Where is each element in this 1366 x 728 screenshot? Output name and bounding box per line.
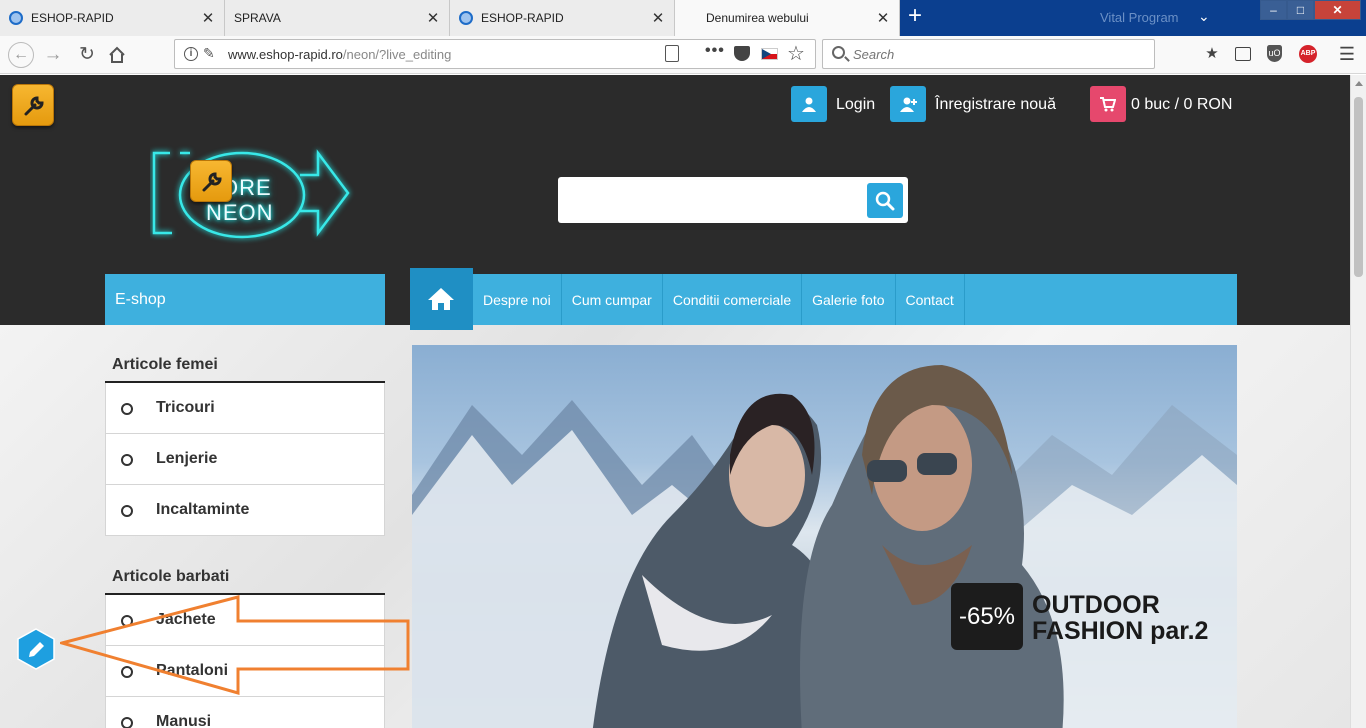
web-page: Login Înregistrare nouă 0 buc / 0 RON OR…: [0, 75, 1350, 728]
search-icon: [875, 191, 895, 211]
info-icon[interactable]: i: [184, 47, 198, 61]
cart-icon-button[interactable]: [1090, 86, 1126, 122]
tab-strip: ESHOP-RAPID ✕ SPRAVA ✕ ESHOP-RAPID ✕ Den…: [0, 0, 1366, 36]
tab-eshop-rapid-2[interactable]: ESHOP-RAPID ✕: [450, 0, 675, 36]
menu-contact[interactable]: Contact: [896, 274, 965, 325]
banner-photo-illustration: [412, 365, 1237, 728]
site-favicon-icon: [459, 11, 473, 25]
search-icon: [832, 46, 845, 59]
bookmarks-icon[interactable]: ★: [1203, 45, 1221, 63]
orange-annotation-arrow: [60, 595, 410, 695]
menu-conditii-comerciale[interactable]: Conditii comerciale: [663, 274, 803, 325]
category-label: Incaltaminte: [156, 501, 250, 518]
url-text[interactable]: www.eshop-rapid.ro/neon/?live_editing: [228, 47, 451, 62]
forward-button[interactable]: →: [40, 42, 66, 68]
category-label: Tricouri: [156, 399, 215, 416]
tab-label: SPRAVA: [234, 11, 281, 25]
tab-label: ESHOP-RAPID: [31, 11, 114, 25]
browser-search-box[interactable]: [822, 39, 1155, 69]
main-menu: Despre noi Cum cumpar Conditii comercial…: [473, 274, 1237, 325]
site-search-input[interactable]: [566, 185, 861, 215]
circle-bullet-icon: [121, 454, 133, 466]
adblock-plus-icon[interactable]: ABP: [1299, 45, 1317, 63]
window-title: Vital Program: [1100, 10, 1179, 25]
tab-denumirea-webului[interactable]: Denumirea webului ✕: [675, 0, 900, 36]
edit-permissions-icon[interactable]: ✎: [203, 45, 215, 62]
scrollbar-thumb[interactable]: [1354, 97, 1363, 277]
bookmark-star-icon[interactable]: ☆: [787, 41, 805, 66]
menu-cum-cumpar[interactable]: Cum cumpar: [562, 274, 663, 325]
register-icon-button[interactable]: [890, 86, 926, 122]
url-path: /neon/?live_editing: [342, 47, 452, 62]
tab-close-icon[interactable]: ✕: [648, 9, 668, 27]
banner-headline-line1: OUTDOOR: [1032, 591, 1160, 619]
logo-text-line2: NEON: [206, 200, 274, 225]
browser-search-input[interactable]: [853, 44, 1143, 64]
login-link[interactable]: Login: [836, 96, 875, 114]
close-window-button[interactable]: ✕: [1314, 0, 1361, 20]
tab-close-icon[interactable]: ✕: [873, 9, 893, 27]
add-user-icon: [900, 97, 917, 112]
logo-edit-wrench-button[interactable]: [190, 160, 232, 202]
hero-banner-image[interactable]: [412, 345, 1237, 728]
circle-bullet-icon: [121, 403, 133, 415]
ublock-icon[interactable]: uO: [1267, 45, 1282, 62]
user-icon: [802, 97, 816, 112]
tab-close-icon[interactable]: ✕: [198, 9, 218, 27]
register-link[interactable]: Înregistrare nouă: [935, 96, 1056, 114]
category-item-incaltaminte[interactable]: Incaltaminte: [105, 485, 385, 536]
tab-sprava[interactable]: SPRAVA ✕: [225, 0, 450, 36]
category-label: Lenjerie: [156, 450, 218, 467]
navigation-toolbar: ← → ↻ i ✎ www.eshop-rapid.ro/neon/?live_…: [0, 36, 1366, 74]
discount-badge: -65%: [951, 583, 1023, 650]
home-button[interactable]: [104, 42, 130, 68]
eshop-category-header[interactable]: E-shop: [105, 274, 385, 325]
site-favicon-icon: [9, 11, 23, 25]
banner-headline-line2: FASHION par.2: [1032, 617, 1209, 645]
store-neon-logo[interactable]: ORE NEON: [150, 145, 355, 250]
site-search-button[interactable]: [867, 183, 903, 218]
category-item-lenjerie[interactable]: Lenjerie: [105, 434, 385, 485]
minimize-button[interactable]: –: [1260, 0, 1287, 20]
back-button[interactable]: ←: [8, 42, 34, 68]
menu-galerie-foto[interactable]: Galerie foto: [802, 274, 896, 325]
pencil-icon: [17, 628, 55, 670]
vertical-scrollbar[interactable]: [1350, 75, 1366, 728]
tab-label: Denumirea webului: [706, 11, 809, 25]
site-search-box: [558, 177, 908, 223]
tab-label: ESHOP-RAPID: [481, 11, 564, 25]
category-item-tricouri[interactable]: Tricouri: [105, 383, 385, 434]
live-edit-wrench-button[interactable]: [12, 84, 54, 126]
home-nav-button[interactable]: [410, 268, 473, 330]
home-icon: [428, 288, 454, 310]
category-group-title: Articole femei: [112, 356, 218, 373]
reader-view-icon[interactable]: [665, 45, 679, 62]
circle-bullet-icon: [121, 505, 133, 517]
pocket-icon[interactable]: [734, 46, 750, 61]
login-icon-button[interactable]: [791, 86, 827, 122]
reload-button[interactable]: ↻: [74, 42, 100, 68]
menu-despre-noi[interactable]: Despre noi: [473, 274, 562, 325]
url-host: www.eshop-rapid.ro: [228, 47, 343, 62]
live-edit-pencil-button[interactable]: [15, 628, 57, 670]
category-group-title: Articole barbati: [112, 568, 230, 585]
new-tab-button[interactable]: +: [901, 4, 929, 30]
url-bar[interactable]: i ✎ www.eshop-rapid.ro/neon/?live_editin…: [174, 39, 816, 69]
sidebar-icon[interactable]: [1235, 47, 1251, 61]
czech-flag-icon[interactable]: [761, 48, 778, 60]
wrench-icon: [202, 172, 222, 192]
tab-eshop-rapid-1[interactable]: ESHOP-RAPID ✕: [0, 0, 225, 36]
scroll-up-arrow-icon[interactable]: [1355, 81, 1363, 86]
maximize-button[interactable]: □: [1287, 0, 1314, 20]
hamburger-menu-icon[interactable]: ☰: [1338, 45, 1356, 63]
home-icon: [109, 46, 125, 63]
cart-summary[interactable]: 0 buc / 0 RON: [1131, 96, 1232, 114]
cart-icon: [1100, 97, 1116, 112]
tab-list-chevron-icon[interactable]: ⌄: [1198, 8, 1210, 25]
wrench-icon: [24, 96, 44, 116]
tab-close-icon[interactable]: ✕: [423, 9, 443, 27]
page-actions-icon[interactable]: •••: [705, 42, 725, 60]
